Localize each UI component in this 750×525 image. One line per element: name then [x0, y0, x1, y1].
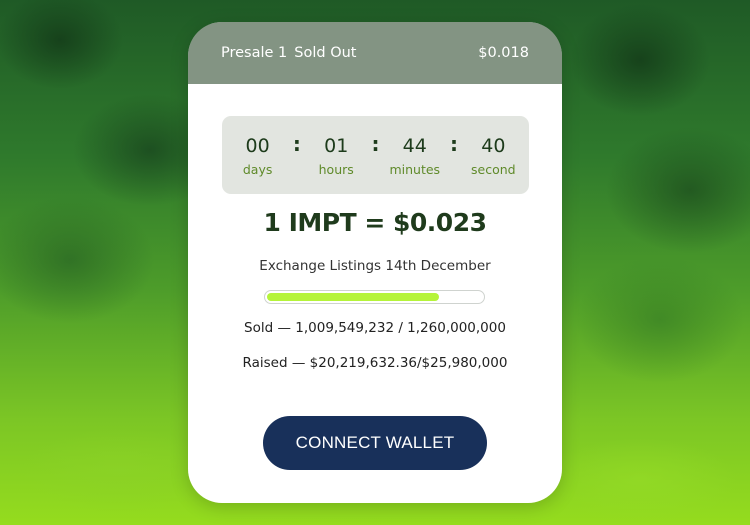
page-background: Presale 1 Sold Out $0.018 00 days : 01 h…	[0, 0, 750, 525]
countdown-minutes-value: 44	[402, 134, 427, 157]
countdown-timer: 00 days : 01 hours : 44 minutes : 40 sec…	[222, 116, 529, 194]
countdown-seconds: 40 second	[465, 134, 521, 177]
card-body: 00 days : 01 hours : 44 minutes : 40 sec…	[188, 84, 562, 503]
presale-card: Presale 1 Sold Out $0.018 00 days : 01 h…	[188, 22, 562, 503]
countdown-seconds-label: second	[471, 161, 516, 177]
countdown-days: 00 days	[230, 134, 286, 177]
countdown-hours: 01 hours	[308, 134, 364, 177]
countdown-separator: :	[371, 132, 380, 156]
presale-status-text: Sold Out	[294, 45, 357, 61]
countdown-days-value: 00	[245, 134, 270, 157]
funds-raised-text: Raised — $20,219,632.36/$25,980,000	[242, 355, 508, 371]
presale-header: Presale 1 Sold Out $0.018	[188, 22, 562, 84]
countdown-seconds-value: 40	[481, 134, 506, 157]
countdown-separator: :	[450, 132, 459, 156]
presale-label: Presale 1	[221, 45, 288, 61]
connect-wallet-button[interactable]: CONNECT WALLET	[263, 416, 487, 470]
countdown-days-label: days	[242, 161, 273, 177]
token-price: 1 IMPT = $0.023	[263, 208, 487, 237]
countdown-separator: :	[292, 132, 301, 156]
countdown-hours-value: 01	[324, 134, 349, 157]
tokens-sold-text: Sold — 1,009,549,232 / 1,260,000,000	[244, 320, 506, 336]
exchange-listing-text: Exchange Listings 14th December	[259, 258, 491, 274]
countdown-minutes-label: minutes	[389, 161, 441, 177]
countdown-minutes: 44 minutes	[387, 134, 443, 177]
presale-price: $0.018	[478, 45, 529, 61]
sale-progress-bar	[264, 290, 485, 304]
countdown-hours-label: hours	[318, 161, 354, 177]
presale-status: Presale 1 Sold Out	[221, 45, 357, 61]
sale-progress-fill	[267, 293, 439, 301]
